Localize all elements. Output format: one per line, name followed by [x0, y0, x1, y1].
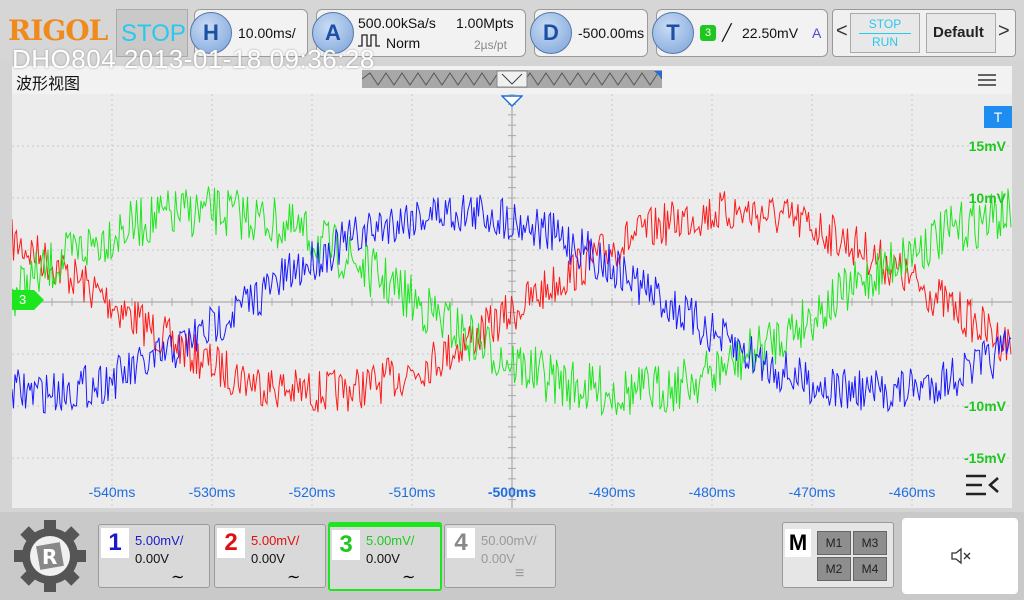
trigger-level: 22.50mV — [742, 25, 799, 41]
time-label-center: -500ms — [487, 484, 537, 500]
scale-label-15mv: 15mV — [968, 138, 1006, 154]
channel3-scale: 5.00mV/ — [366, 533, 415, 548]
math-m4[interactable]: M4 — [853, 557, 887, 581]
channel4-number: 4 — [447, 528, 475, 558]
stop-run-button[interactable]: STOP RUN — [850, 13, 920, 53]
math-panel[interactable]: M M1 M3 M2 M4 — [782, 522, 894, 588]
sample-rate: 500.00kSa/s — [358, 15, 436, 31]
sound-button[interactable] — [902, 518, 1018, 594]
channel2-coupling-icon: ∼ — [287, 569, 301, 586]
channel3-offset-marker[interactable]: 3 — [12, 290, 44, 310]
math-label: M — [785, 529, 811, 557]
channel3-settings[interactable]: 3 5.00mV/ 0.00V ∼ — [328, 522, 442, 591]
timebase-value: 10.00ms/ — [238, 25, 296, 41]
time-label: -490ms — [588, 484, 636, 500]
time-label: -460ms — [888, 484, 936, 500]
channel4-scale: 50.00mV/ — [481, 533, 537, 548]
channel1-offset: 0.00V — [135, 551, 169, 566]
channel4-settings[interactable]: 4 50.00mV/ 0.00V ≡ — [444, 524, 556, 588]
channel2-offset: 0.00V — [251, 551, 285, 566]
trigger-position-marker[interactable] — [500, 94, 524, 108]
waveform-display[interactable] — [11, 93, 1012, 508]
channel1-settings[interactable]: 1 5.00mV/ 0.00V ∼ — [98, 524, 210, 588]
trigger-mode: A — [812, 25, 822, 41]
rigol-home-gear-icon[interactable]: R — [10, 518, 90, 594]
stop-run-divider — [859, 33, 911, 34]
trigger-slope-icon: ╱ — [722, 25, 732, 42]
svg-text:R: R — [42, 545, 57, 569]
time-label: -520ms — [288, 484, 336, 500]
acquire-mode: Norm — [386, 35, 421, 51]
channel3-number: 3 — [332, 530, 360, 560]
time-label: -510ms — [388, 484, 436, 500]
nav-next-button[interactable]: > — [998, 20, 1010, 43]
delay-icon: D — [530, 12, 572, 54]
channel1-scale: 5.00mV/ — [135, 533, 184, 548]
memory-depth: 1.00Mpts — [456, 15, 514, 31]
math-m2[interactable]: M2 — [817, 557, 851, 581]
scale-label-10mv: 10mV — [968, 190, 1006, 206]
memory-overview-wave — [361, 70, 663, 88]
waveform-grid — [11, 93, 1012, 508]
trigger-level-marker[interactable]: T — [984, 106, 1012, 128]
collapse-menu-icon[interactable] — [964, 472, 1000, 498]
speaker-muted-icon — [951, 547, 971, 565]
math-m3[interactable]: M3 — [853, 531, 887, 555]
memory-overview[interactable] — [361, 70, 663, 88]
channel3-marker-label: 3 — [19, 292, 27, 307]
stop-label: STOP — [868, 17, 902, 31]
channel4-coupling-icon: ≡ — [515, 565, 525, 582]
channel3-coupling-icon: ∼ — [402, 569, 416, 586]
time-label: -470ms — [788, 484, 836, 500]
nav-prev-button[interactable]: < — [836, 20, 848, 43]
channel1-number: 1 — [101, 528, 129, 558]
scale-label-neg10mv: -10mV — [963, 398, 1006, 414]
delay-value: -500.00ms — [578, 25, 645, 41]
channel2-settings[interactable]: 2 5.00mV/ 0.00V ∼ — [214, 524, 326, 588]
trigger-source-badge: 3 — [700, 25, 716, 41]
scale-label-neg15mv: -15mV — [963, 450, 1006, 466]
math-m1[interactable]: M1 — [817, 531, 851, 555]
rigol-logo: RIGOL — [8, 14, 108, 47]
model-timestamp: DHO804 2013-01-18 09:36:28 — [12, 44, 375, 74]
channel2-scale: 5.00mV/ — [251, 533, 300, 548]
default-button[interactable]: Default — [926, 13, 996, 53]
channel1-coupling-icon: ∼ — [171, 569, 185, 586]
time-label: -540ms — [88, 484, 136, 500]
channel4-offset: 0.00V — [481, 551, 515, 566]
time-label: -530ms — [188, 484, 236, 500]
menu-icon[interactable] — [976, 72, 998, 88]
time-per-point: 2µs/pt — [474, 38, 507, 52]
channel2-number: 2 — [217, 528, 245, 558]
trigger-icon: T — [652, 12, 694, 54]
time-label: -480ms — [688, 484, 736, 500]
run-label: RUN — [872, 35, 898, 49]
channel3-offset: 0.00V — [366, 551, 400, 566]
default-label: Default — [933, 24, 984, 41]
